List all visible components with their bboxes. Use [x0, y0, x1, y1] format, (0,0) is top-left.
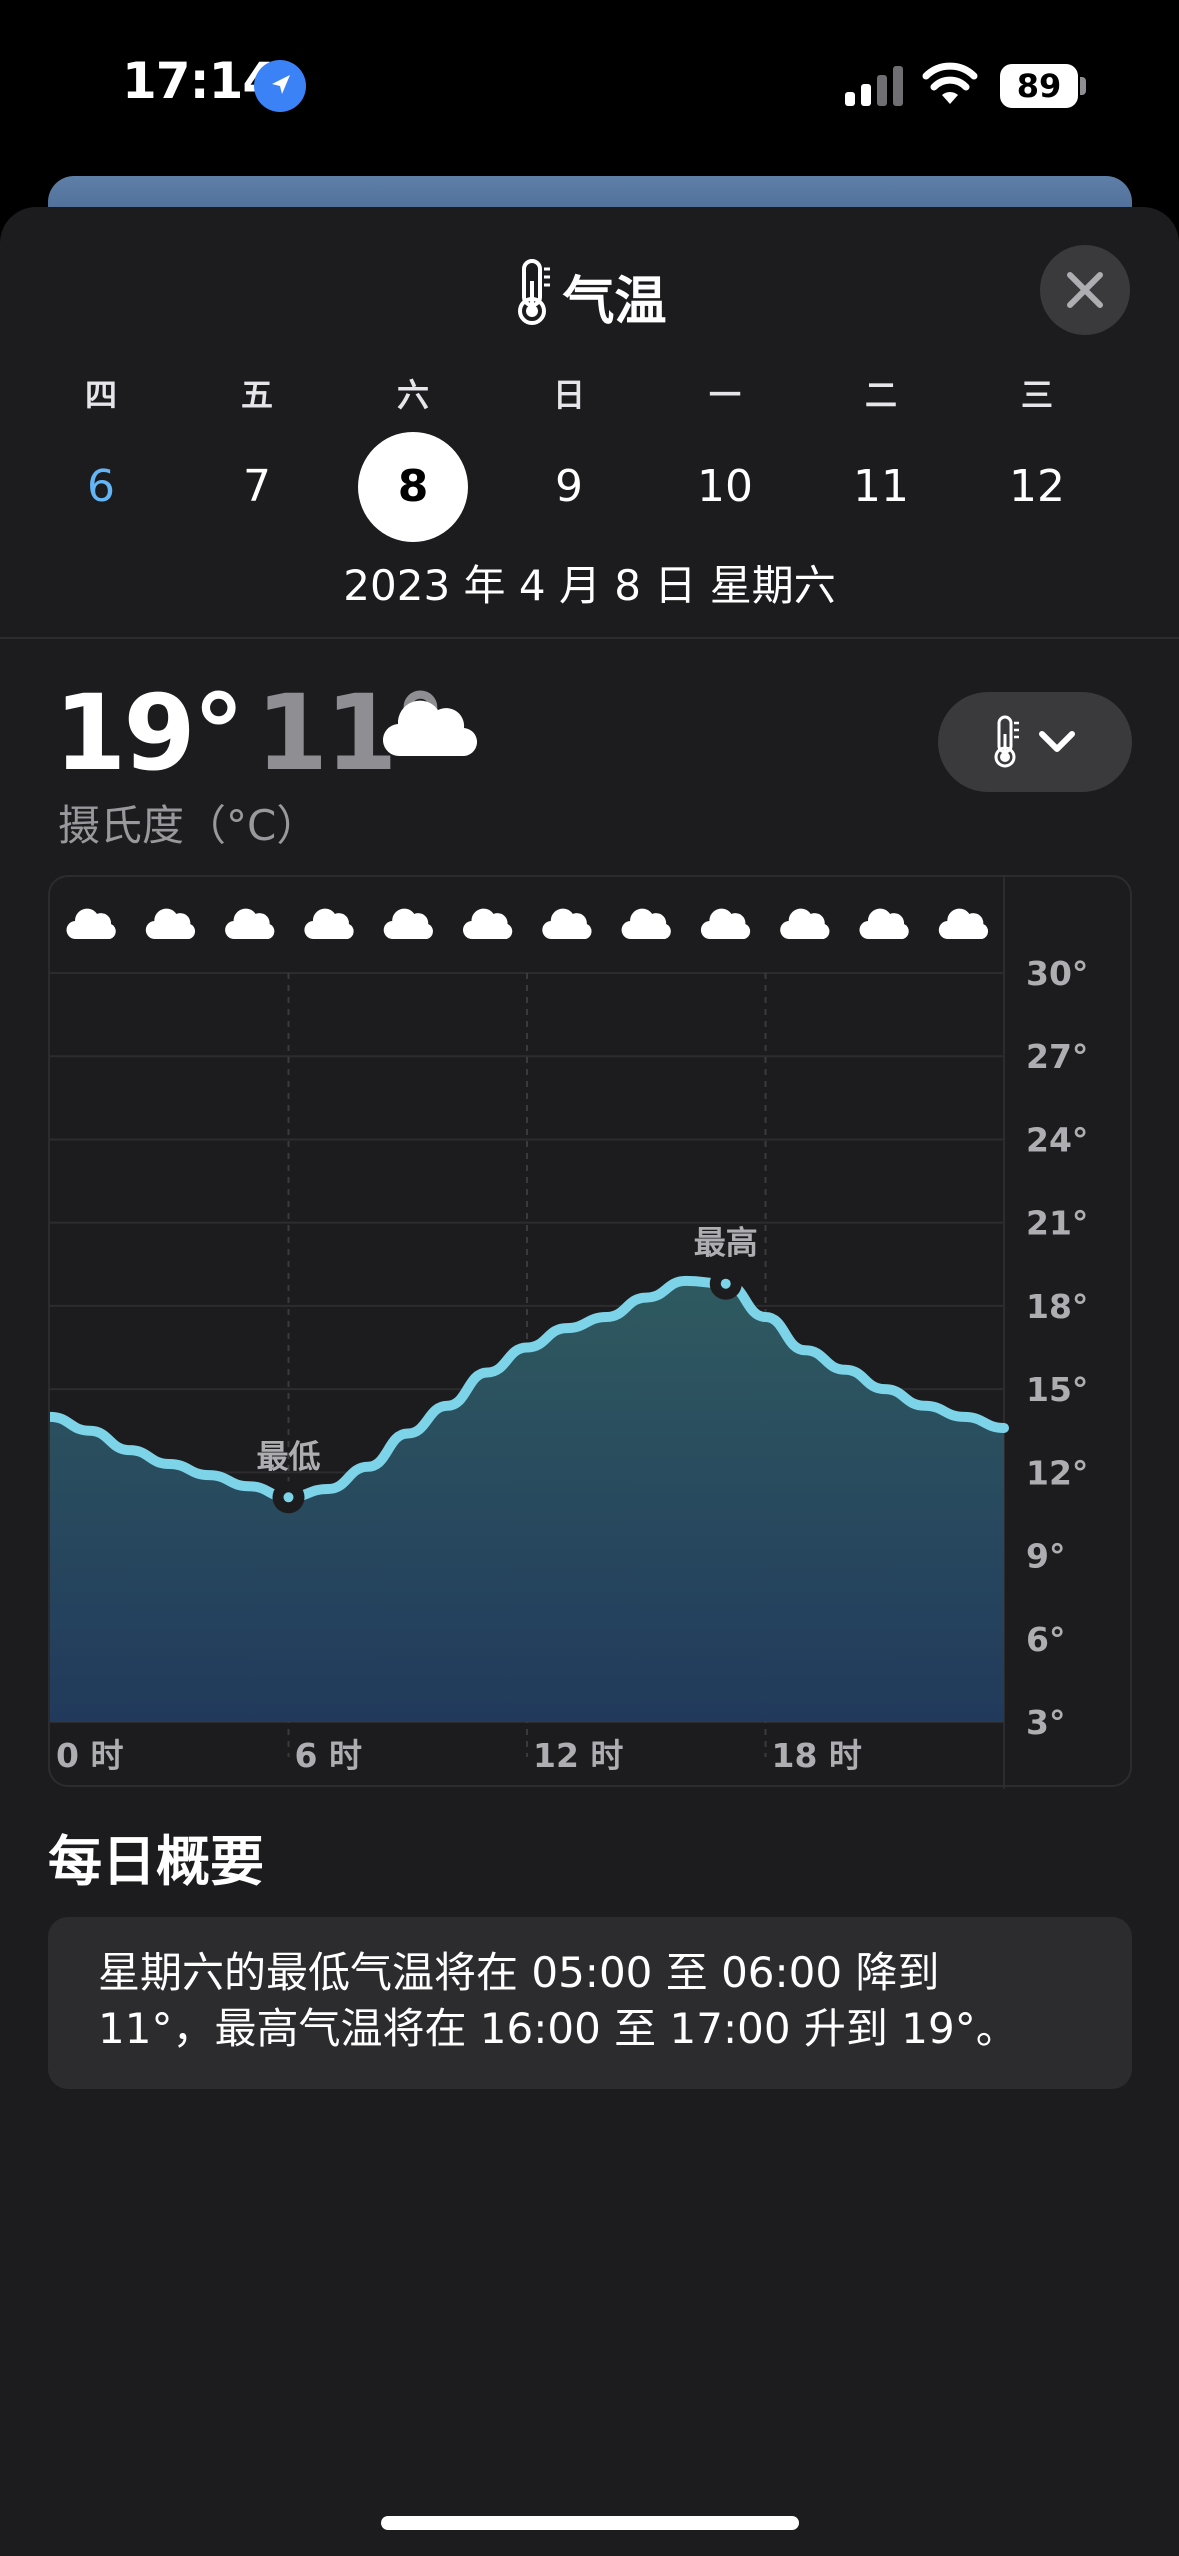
- chevron-down-icon: [1039, 731, 1075, 752]
- date-item[interactable]: 7: [202, 432, 312, 542]
- date-item[interactable]: 6: [46, 432, 156, 542]
- cloud-icon: [780, 908, 830, 940]
- date-item-selected[interactable]: 8: [358, 432, 468, 542]
- x-tick-label: 12 时: [533, 1736, 623, 1775]
- weekday-label: 三: [1020, 376, 1053, 414]
- home-indicator[interactable]: [381, 2516, 799, 2530]
- date-item[interactable]: 9: [514, 432, 624, 542]
- cellular-signal-icon: [845, 66, 903, 106]
- cloud-icon: [382, 700, 478, 757]
- summary-text-line: 星期六的最低气温将在 05:00 至 06:00 降到: [98, 1948, 940, 1997]
- daily-summary-box: 星期六的最低气温将在 05:00 至 06:00 降到 11°，最高气温将在 1…: [48, 1917, 1132, 2089]
- cloud-shape: [700, 908, 751, 940]
- weekday-label: 日: [552, 376, 585, 414]
- cloud-shape: [304, 908, 354, 940]
- weekday-label: 一: [708, 376, 741, 414]
- y-tick-label: 9°: [1026, 1537, 1065, 1576]
- y-tick-label: 30°: [1026, 954, 1088, 993]
- y-tick-label: 6°: [1026, 1620, 1065, 1659]
- selected-date-label: 2023 年 4 月 8 日 星期六: [343, 561, 836, 610]
- summary-text-line: 11°，最高气温将在 16:00 至 17:00 升到 19°。: [98, 2004, 1018, 2053]
- weekday-row: 四 五 六 日 一 二 三: [0, 370, 1179, 420]
- close-icon: [1067, 272, 1103, 308]
- high-temp: 19°: [54, 672, 245, 794]
- cloud-icon: [383, 908, 433, 940]
- wifi-icon: [922, 62, 978, 104]
- cloud-shape: [780, 908, 830, 940]
- x-tick-label: 6 时: [295, 1736, 362, 1775]
- cloud-shape: [383, 908, 433, 940]
- cloud-icon: [542, 908, 592, 940]
- weekday-label: 二: [864, 376, 897, 414]
- cloud-shape: [859, 908, 909, 940]
- x-tick-label: 0 时: [56, 1736, 123, 1775]
- weekday-label: 六: [396, 376, 429, 414]
- unit-label: 摄氏度（°C）: [58, 801, 319, 850]
- close-button[interactable]: [1040, 245, 1130, 335]
- temperature-chart[interactable]: 最低 最高 30° 27° 24° 21° 18° 15° 12° 9° 6° 3° 0 时 6 时 12 …: [48, 875, 1132, 1789]
- chart-svg: 最低 最高 30° 27° 24° 21° 18° 15° 12° 9° 6° 3° 0 时 6 时 12 …: [50, 877, 1088, 1789]
- sheet-header: 气温: [0, 207, 1179, 335]
- y-tick-label: 18°: [1026, 1287, 1088, 1326]
- cloud-shape: [462, 908, 513, 940]
- date-picker: 6 7 8 9 10 11 12: [0, 432, 1179, 542]
- cloud-icon: [859, 908, 909, 940]
- status-bar: 17:14 89: [0, 0, 1179, 170]
- location-arrow-icon: [254, 60, 306, 112]
- y-tick-label: 15°: [1026, 1370, 1088, 1409]
- divider: [0, 637, 1179, 639]
- x-tick-label: 18 时: [772, 1736, 862, 1775]
- cloud-icon: [462, 908, 513, 940]
- cloud-icon: [700, 908, 751, 940]
- cloud-shape: [145, 908, 196, 940]
- date-item[interactable]: 12: [982, 432, 1092, 542]
- weekday-label: 四: [84, 376, 117, 414]
- cloud-icon: [225, 908, 275, 940]
- y-tick-label: 27°: [1026, 1037, 1088, 1076]
- cloud-shape: [621, 908, 671, 940]
- cloud-icon: [66, 908, 116, 940]
- thermometer-icon: [518, 259, 551, 325]
- annotation-marker-dot: [283, 1492, 294, 1503]
- weekday-label: 五: [240, 376, 273, 414]
- temperature-sheet: 气温 四 五 六 日 一 二 三 6 7 8 9 10 11 12 2023 年…: [0, 207, 1179, 2556]
- y-tick-label: 3°: [1026, 1703, 1065, 1742]
- y-tick-label: 21°: [1026, 1204, 1088, 1243]
- cloud-icon: [938, 908, 989, 940]
- cloud-shape: [938, 908, 989, 940]
- cloud-shape: [66, 908, 116, 940]
- cloud-icon: [145, 908, 196, 940]
- cloud-shape: [542, 908, 592, 940]
- sheet-title: 气温: [0, 257, 1179, 334]
- cloud-shape: [225, 908, 275, 940]
- annotation-marker-dot: [720, 1278, 731, 1289]
- sheet-title-text: 气温: [562, 272, 667, 332]
- y-tick-label: 24°: [1026, 1120, 1088, 1159]
- cloud-icon: [304, 908, 354, 940]
- y-tick-label: 12°: [1026, 1453, 1088, 1492]
- date-item[interactable]: 10: [670, 432, 780, 542]
- cloud-icon: [621, 908, 671, 940]
- date-item[interactable]: 11: [826, 432, 936, 542]
- annotation-label: 最高: [694, 1224, 758, 1262]
- daily-summary-title: 每日概要: [48, 1830, 264, 1893]
- annotation-label: 最低: [256, 1437, 320, 1475]
- metric-selector-button[interactable]: [938, 692, 1132, 792]
- battery-icon: 89: [1000, 64, 1078, 108]
- thermometer-icon: [994, 715, 1019, 768]
- battery-tip: [1080, 77, 1086, 95]
